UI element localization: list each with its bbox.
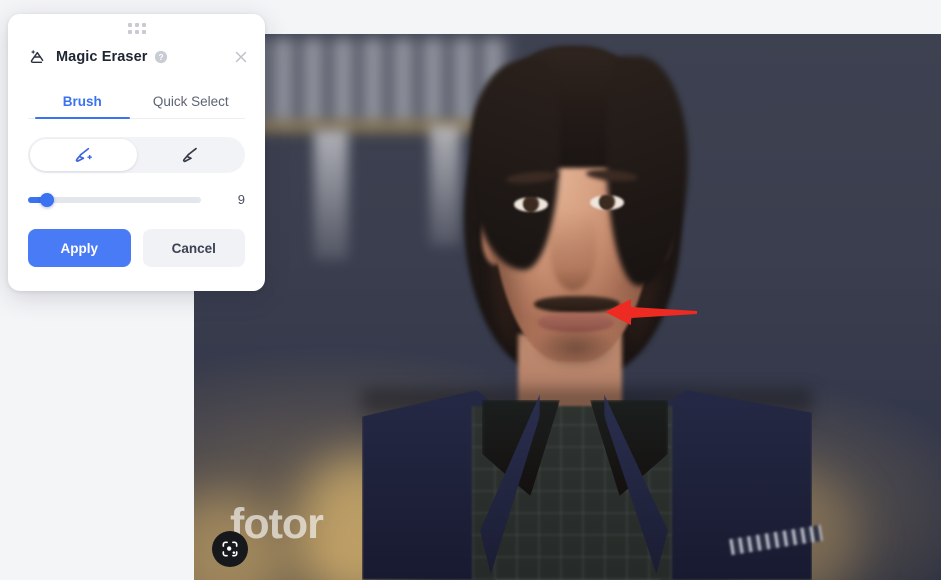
brush-size-slider[interactable] — [28, 192, 201, 207]
tab-brush-label: Brush — [62, 94, 102, 109]
edited-photo: fotor — [194, 34, 941, 580]
panel-title: Magic Eraser — [56, 49, 148, 65]
panel-drag-handle[interactable] — [8, 14, 265, 38]
panel-header: Magic Eraser ? — [8, 38, 265, 74]
magic-eraser-panel[interactable]: Magic Eraser ? Brush Quick Select 9 Appl… — [8, 14, 265, 291]
slider-thumb[interactable] — [40, 192, 55, 207]
app-root: fotor Magic Eraser ? Brush Quick Select … — [0, 0, 941, 580]
photo-subject — [194, 34, 941, 580]
brush-erase-icon — [182, 147, 197, 163]
drag-dots-icon — [127, 22, 146, 34]
svg-text:?: ? — [159, 52, 164, 62]
scan-focus-icon — [222, 541, 238, 557]
cancel-button[interactable]: Cancel — [142, 229, 245, 267]
brush-mode-segmented-control — [28, 137, 245, 173]
brush-size-slider-row: 9 — [28, 192, 245, 207]
panel-actions: Apply Cancel — [28, 229, 245, 267]
apply-button[interactable]: Apply — [28, 229, 131, 267]
scan-focus-button[interactable] — [212, 531, 248, 567]
brush-add-icon — [75, 147, 93, 162]
subject-pupil-right — [600, 196, 613, 209]
subject-chin-stubble — [526, 330, 626, 382]
help-icon[interactable]: ? — [154, 50, 168, 64]
subject-mustache — [534, 296, 620, 313]
tab-brush[interactable]: Brush — [28, 88, 137, 119]
panel-tabs: Brush Quick Select — [28, 88, 245, 119]
tab-quick-select-label: Quick Select — [152, 94, 229, 109]
tab-quick-select[interactable]: Quick Select — [137, 88, 246, 118]
brush-erase-button[interactable] — [137, 139, 244, 171]
image-canvas[interactable]: fotor — [194, 34, 941, 580]
brush-size-value: 9 — [237, 192, 245, 207]
subject-nose — [550, 209, 596, 291]
close-icon[interactable] — [233, 49, 249, 65]
magic-eraser-icon — [28, 47, 48, 67]
brush-add-button[interactable] — [30, 139, 137, 171]
subject-pupil-left — [524, 198, 537, 211]
